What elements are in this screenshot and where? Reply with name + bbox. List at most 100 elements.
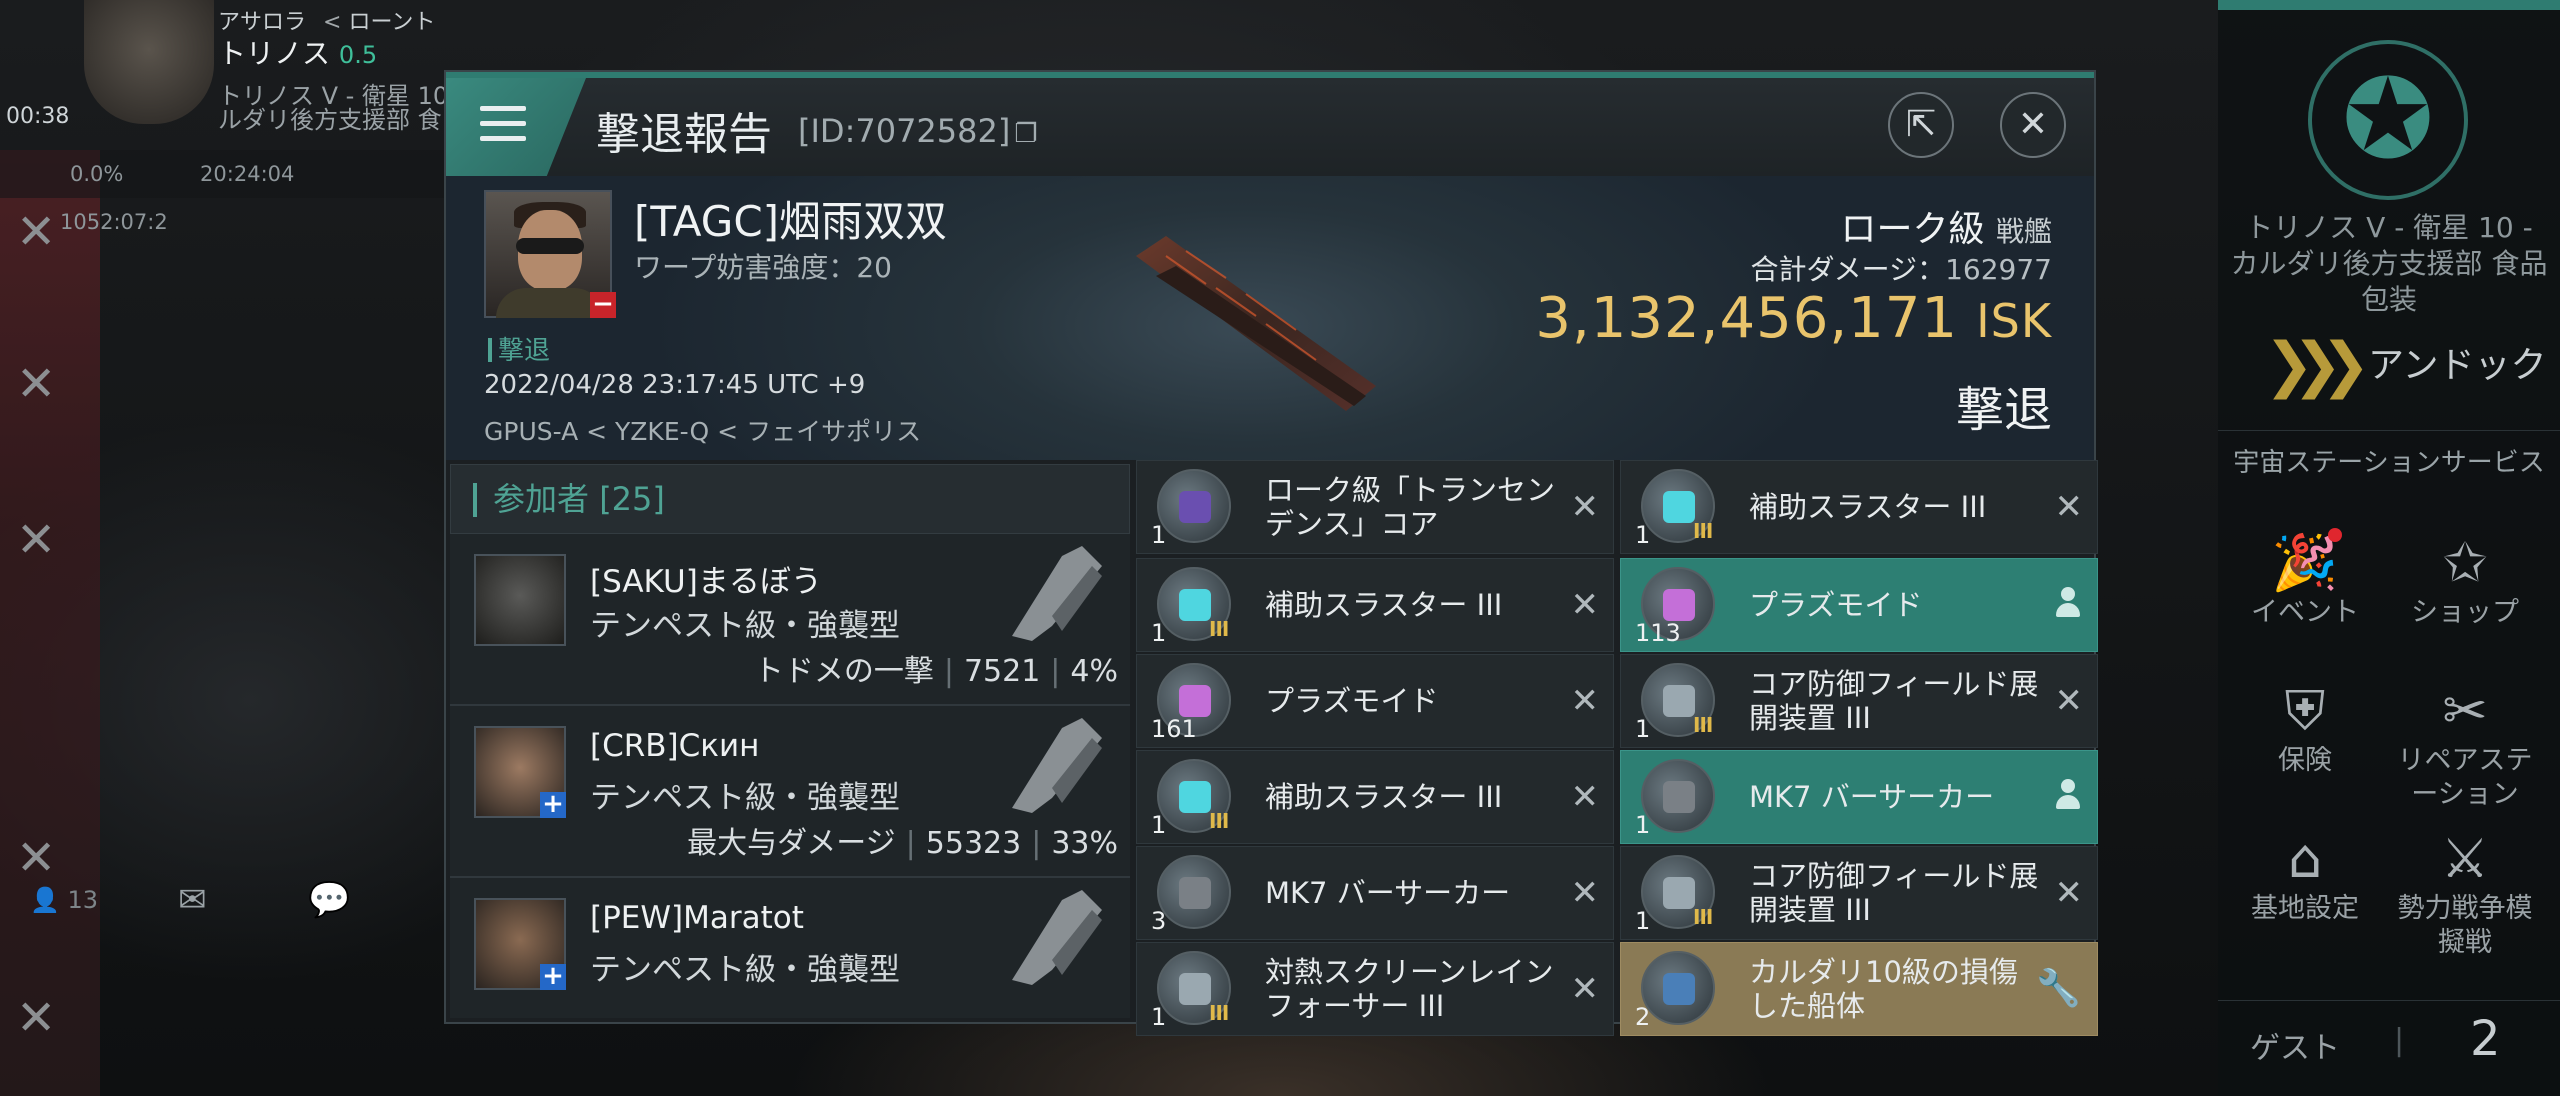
- stat-3: 1052:07:2: [60, 210, 168, 234]
- item-tile[interactable]: 1 III 対熱スクリーンレインフォーサー III ✕: [1136, 942, 1614, 1036]
- shop-service[interactable]: ✩ ショップ: [2390, 530, 2540, 630]
- close-icon[interactable]: ✕: [16, 990, 56, 1046]
- destroyed-x-icon: ✕: [1570, 777, 1600, 817]
- stat-percent: 33%: [1051, 826, 1118, 861]
- participants-header[interactable]: 参加者 [25]: [450, 464, 1130, 534]
- item-tile[interactable]: 1 III 補助スラスター III ✕: [1620, 460, 2098, 554]
- close-icon[interactable]: ✕: [16, 356, 56, 412]
- report-id-text: [ID:7072582]: [798, 112, 1011, 150]
- item-quantity: 1: [1151, 619, 1167, 647]
- destroyed-x-icon: ✕: [1570, 681, 1600, 721]
- participant-name: [PEW]Maratot: [590, 900, 804, 936]
- item-tile[interactable]: 3 MK7 バーサーカー ✕: [1136, 846, 1614, 940]
- stat-label: トドメの一撃: [753, 654, 934, 689]
- participant-ship: テンペスト級・強襲型: [590, 608, 900, 644]
- item-quantity: 3: [1151, 907, 1167, 935]
- repair-service[interactable]: ✂ リペアステーション: [2390, 678, 2540, 812]
- item-quantity: 2: [1635, 1003, 1651, 1031]
- item-quantity: 1: [1151, 811, 1167, 839]
- person-icon: [2053, 775, 2083, 815]
- item-quantity: 1: [1635, 907, 1651, 935]
- event-service[interactable]: 🎉 イベント: [2230, 530, 2380, 630]
- insurance-service[interactable]: ⛨ 保険: [2230, 678, 2380, 778]
- undock-chevrons-icon: ❯❯❯: [2264, 330, 2371, 400]
- ship-category: 戦艦: [1995, 215, 2052, 248]
- participant-row[interactable]: [SAKU]まるぼう テンペスト級・強襲型 トドメの一撃 | 7521 | 4%: [450, 534, 1130, 706]
- close-button[interactable]: ✕: [2000, 92, 2066, 158]
- participant-stat: 最大与ダメージ | 55323 | 33%: [687, 826, 1118, 861]
- system-name-row[interactable]: トリノス 0.5: [218, 32, 377, 72]
- event-label: イベント: [2251, 597, 2359, 628]
- event-notification-dot: [2328, 528, 2342, 542]
- victim-name[interactable]: [TAGC]烟雨双双: [634, 188, 947, 249]
- share-button[interactable]: ⇱: [1888, 92, 1954, 158]
- faction-war-service[interactable]: ⚔ 勢力戦争模擬戦: [2390, 826, 2540, 960]
- stat-damage: 7521: [963, 654, 1041, 689]
- item-name: MK7 バーサーカー: [1749, 780, 1995, 814]
- item-name: カルダリ10級の損傷した船体: [1749, 955, 2018, 1023]
- item-tier: III: [1209, 617, 1229, 641]
- close-icon[interactable]: ✕: [16, 830, 56, 886]
- isk-unit: ISK: [1976, 294, 2052, 348]
- menu-icon: [480, 106, 526, 142]
- security-status: 0.5: [338, 41, 378, 69]
- wrench-icon: 🔧: [2036, 968, 2081, 1009]
- item-tile[interactable]: 1 III コア防御フィールド展開装置 III ✕: [1620, 654, 2098, 748]
- people-count: 👤 13: [30, 886, 98, 914]
- base-settings-label: 基地設定: [2251, 893, 2359, 924]
- pilot-avatar[interactable]: [84, 0, 214, 124]
- item-tile[interactable]: 1 III コア防御フィールド展開装置 III ✕: [1620, 846, 2098, 940]
- item-quantity: 1: [1635, 811, 1651, 839]
- item-tier: III: [1209, 1001, 1229, 1025]
- kill-location[interactable]: GPUS-A < YZKE-Q < フェイサポリス: [484, 412, 921, 448]
- crossed-flags-icon: ⚔: [2440, 827, 2490, 890]
- item-tile[interactable]: 161 プラズモイド ✕: [1136, 654, 1614, 748]
- participants-panel: 参加者 [25] [SAKU]まるぼう テンペスト級・強襲型 トドメの一撃 | 75…: [450, 464, 1130, 1020]
- close-icon[interactable]: ✕: [16, 512, 56, 568]
- item-tile[interactable]: 1 ローク級「トランセンデンス」コア ✕: [1136, 460, 1614, 554]
- participant-ship: テンペスト級・強襲型: [590, 780, 900, 816]
- kill-datetime: 2022/04/28 23:17:45 UTC +9: [484, 370, 866, 400]
- close-icon[interactable]: ✕: [16, 204, 56, 260]
- item-tile[interactable]: 2 カルダリ10級の損傷した船体 🔧: [1620, 942, 2098, 1036]
- shop-star-icon: ✩: [2442, 531, 2488, 594]
- left-danger-strip: [0, 150, 100, 1096]
- stat-1: 0.0%: [70, 162, 124, 186]
- ally-plus-icon: +: [540, 791, 566, 818]
- ship-class: ローク級 戦艦: [1841, 200, 2052, 252]
- stat-percent: 4%: [1070, 654, 1118, 689]
- participant-row[interactable]: + [PEW]Maratot テンペスト級・強襲型: [450, 878, 1130, 1018]
- participant-name: [CRB]Скин: [590, 728, 760, 764]
- mail-icon[interactable]: ✉: [178, 880, 207, 920]
- participant-row[interactable]: + [CRB]Скин テンペスト級・強襲型 最大与ダメージ | 55323 | 33%: [450, 706, 1130, 878]
- copy-icon[interactable]: ❐: [1014, 119, 1037, 149]
- participant-ship-icon: [1012, 890, 1102, 985]
- participant-stat: トドメの一撃 | 7521 | 4%: [753, 654, 1118, 689]
- item-name: 補助スラスター III: [1749, 490, 1987, 524]
- item-tile[interactable]: 113 プラズモイド: [1620, 558, 2098, 652]
- item-tile[interactable]: 1 MK7 バーサーカー: [1620, 750, 2098, 844]
- menu-button[interactable]: [446, 78, 586, 176]
- participant-avatar: [474, 554, 566, 646]
- person-icon: [2053, 583, 2083, 623]
- base-settings-service[interactable]: ⌂ 基地設定: [2230, 826, 2380, 926]
- item-name: 補助スラスター III: [1265, 780, 1503, 814]
- destroyed-x-icon: ✕: [2054, 487, 2084, 527]
- people-count-value: 13: [67, 886, 99, 914]
- participant-ship: テンペスト級・強襲型: [590, 952, 900, 988]
- share-icon: ⇱: [1905, 104, 1937, 145]
- guest-count: 2: [2470, 1011, 2501, 1067]
- repair-label: リペアステーション: [2397, 745, 2533, 810]
- close-icon: ✕: [2017, 104, 2049, 145]
- kill-report-dialog: 撃退報告 [ID:7072582] ❐ ⇱ ✕ − [TAGC]烟雨双双 ワープ妨…: [444, 70, 2098, 1036]
- participant-avatar: +: [474, 898, 566, 990]
- item-tile[interactable]: 1 III 補助スラスター III ✕: [1136, 558, 1614, 652]
- station-name: トリノス V - 衛星 10 - カルダリ後方支援部 食品包装: [2230, 211, 2548, 316]
- shop-label: ショップ: [2411, 597, 2519, 628]
- victim-ship-image[interactable]: [1126, 216, 1386, 416]
- item-tile[interactable]: 1 III 補助スラスター III ✕: [1136, 750, 1614, 844]
- party-popper-icon: 🎉: [2271, 531, 2339, 594]
- undock-button[interactable]: ❯❯❯ アンドック: [2258, 330, 2548, 400]
- wrench-icon: ✂: [2442, 679, 2488, 742]
- chat-icon[interactable]: 💬: [308, 880, 350, 920]
